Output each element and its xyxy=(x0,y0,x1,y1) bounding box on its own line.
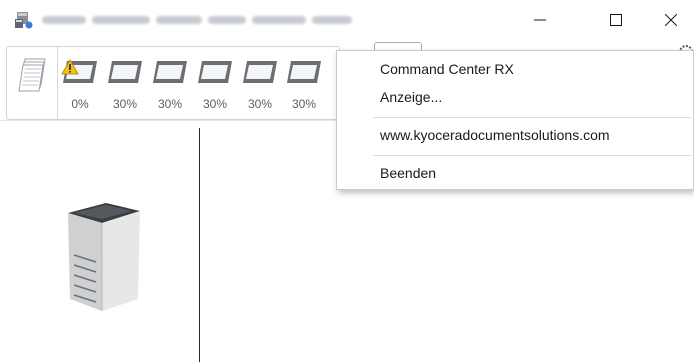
tray-level-label: 30% xyxy=(202,97,228,111)
tray-level-label: 30% xyxy=(247,97,273,111)
printer-device-icon xyxy=(68,203,140,311)
tray-1[interactable]: 0% xyxy=(59,59,101,117)
warning-icon xyxy=(61,59,79,75)
menu-item-website[interactable]: www.kyoceradocumentsolutions.com xyxy=(337,122,693,148)
menu-item-exit[interactable]: Beenden xyxy=(337,160,693,186)
printer-app-icon xyxy=(15,12,33,29)
close-icon xyxy=(665,14,677,26)
tray-2[interactable]: 30% xyxy=(104,59,146,117)
maximize-button[interactable] xyxy=(593,0,639,40)
tray-level-label: 30% xyxy=(291,97,317,111)
toolbar-divider xyxy=(57,47,58,119)
paper-tray-icon xyxy=(108,61,142,83)
tray-level-label: 30% xyxy=(157,97,183,111)
minimize-icon xyxy=(534,19,546,21)
paper-tray-icon xyxy=(287,61,321,83)
tray-5[interactable]: 30% xyxy=(239,59,281,117)
menu-separator xyxy=(373,155,691,156)
window-title xyxy=(42,14,352,26)
tray-toolbar: 0% 30% 30% 30% 30% 30% xyxy=(6,46,340,120)
minimize-button[interactable] xyxy=(517,0,563,40)
status-monitor-window: 0% 30% 30% 30% 30% 30% Command Center RX… xyxy=(0,0,694,362)
paper-tray-icon xyxy=(243,61,277,83)
tray-4[interactable]: 30% xyxy=(194,59,236,117)
title-bar[interactable] xyxy=(0,0,694,40)
menu-item-command-center[interactable]: Command Center RX xyxy=(337,56,693,82)
tray-6[interactable]: 30% xyxy=(283,59,325,117)
tray-level-label: 0% xyxy=(71,97,89,111)
paper-stack-icon[interactable] xyxy=(15,55,49,95)
tray-3[interactable]: 30% xyxy=(149,59,191,117)
menu-separator xyxy=(373,117,691,118)
close-button[interactable] xyxy=(648,0,694,40)
menu-item-display[interactable]: Anzeige... xyxy=(337,84,693,110)
maximize-icon xyxy=(610,14,622,26)
paper-tray-icon xyxy=(198,61,232,83)
paper-tray-icon xyxy=(153,61,187,83)
pane-divider[interactable] xyxy=(199,128,200,362)
tray-level-label: 30% xyxy=(112,97,138,111)
context-menu: Command Center RX Anzeige... www.kyocera… xyxy=(336,50,694,190)
